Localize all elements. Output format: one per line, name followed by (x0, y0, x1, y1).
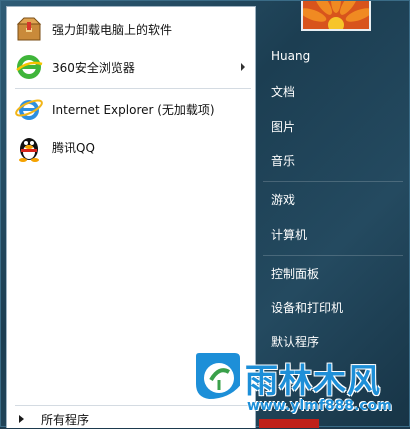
program-label: Internet Explorer (无加载项) (52, 102, 215, 117)
program-internet-explorer[interactable]: Internet Explorer (无加载项) (10, 91, 253, 127)
program-label: 360安全浏览器 (52, 60, 135, 75)
separator (15, 88, 251, 89)
arrow-right-icon (19, 415, 24, 423)
right-link-computer[interactable]: 计算机 (263, 221, 403, 247)
link-label: 控制面板 (271, 266, 320, 281)
right-link-music[interactable]: 音乐 (263, 147, 403, 173)
program-qq[interactable]: 腾讯QQ (10, 129, 253, 165)
link-label: 音乐 (271, 153, 296, 168)
link-label: 计算机 (271, 227, 308, 242)
right-link-documents[interactable]: 文档 (263, 78, 403, 104)
watermark-url: www.ylmf888.com (247, 398, 392, 414)
link-label: 游戏 (271, 192, 296, 207)
right-link-devices-printers[interactable]: 设备和打印机 (263, 294, 403, 320)
start-menu: 强力卸载电脑上的软件 360安全浏览器 Internet Explorer (无… (0, 0, 410, 428)
separator (263, 255, 403, 256)
watermark-name: 雨林木风 (245, 361, 381, 400)
program-uninstaller[interactable]: 强力卸载电脑上的软件 (10, 11, 253, 47)
right-link-pictures[interactable]: 图片 (263, 113, 403, 139)
right-link-user[interactable]: Huang (263, 43, 403, 69)
uninstaller-box-icon (14, 14, 44, 44)
link-label: 设备和打印机 (271, 300, 344, 315)
all-programs-label: 所有程序 (41, 412, 90, 427)
program-label: 强力卸载电脑上的软件 (52, 22, 173, 37)
360-browser-icon (14, 52, 44, 82)
link-label: Huang (271, 49, 311, 63)
user-picture[interactable] (301, 1, 371, 31)
internet-explorer-icon (14, 94, 44, 124)
right-link-control-panel[interactable]: 控制面板 (263, 260, 403, 286)
link-label: 文档 (271, 84, 296, 99)
separator (263, 181, 403, 182)
link-label: 默认程序 (271, 334, 320, 349)
submenu-arrow-icon[interactable] (241, 63, 245, 71)
program-360-browser[interactable]: 360安全浏览器 (10, 49, 253, 85)
right-link-games[interactable]: 游戏 (263, 186, 403, 212)
program-label: 腾讯QQ (52, 140, 95, 155)
qq-penguin-icon (14, 132, 44, 162)
ylmf-logo-icon (189, 348, 245, 404)
watermark: 雨林木风 www.ylmf888.com (189, 348, 410, 428)
link-label: 图片 (271, 119, 296, 134)
